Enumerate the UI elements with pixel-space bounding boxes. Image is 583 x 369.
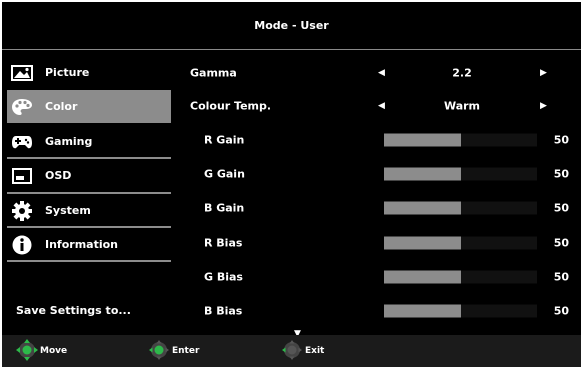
gamma-value: 2.2	[452, 66, 472, 80]
colour-temp-decrease-icon[interactable]: ◀	[378, 101, 385, 111]
g-bias-label: G Bias	[204, 270, 243, 284]
gamma-label: Gamma	[190, 66, 237, 80]
footer-exit-label: Exit	[305, 346, 325, 356]
sidebar-item-system[interactable]: System	[7, 194, 171, 227]
r-bias-slider[interactable]	[384, 236, 537, 250]
palette-icon	[7, 98, 37, 116]
dpad-move-icon	[16, 338, 38, 364]
sidebar-item-label: Picture	[45, 66, 90, 79]
r-bias-slider-fill	[384, 236, 461, 250]
r-bias-value: 50	[553, 236, 569, 250]
r-bias-row[interactable]: R Bias 50	[172, 226, 581, 260]
b-gain-slider[interactable]	[384, 201, 537, 215]
sidebar-item-color[interactable]: Color	[7, 90, 171, 123]
g-bias-value: 50	[553, 270, 569, 284]
colour-temp-row[interactable]: Colour Temp. ◀ Warm ▶	[172, 89, 581, 123]
footer-enter: Enter	[148, 335, 199, 367]
b-bias-row[interactable]: B Bias 50	[172, 294, 581, 328]
footer-enter-label: Enter	[172, 346, 200, 356]
sidebar-item-gaming[interactable]: Gaming	[7, 125, 171, 158]
colour-temp-label: Colour Temp.	[190, 99, 272, 113]
sidebar-divider	[7, 260, 171, 262]
footer-bar: Move Enter Exit	[2, 335, 581, 367]
g-bias-slider[interactable]	[384, 270, 537, 284]
osd-icon	[7, 167, 37, 184]
b-gain-label: B Gain	[204, 201, 245, 215]
dpad-exit-icon	[281, 339, 303, 364]
gamepad-icon	[7, 134, 37, 150]
sidebar-item-label: Gaming	[45, 135, 93, 148]
b-bias-slider-fill	[384, 304, 461, 318]
footer-move-label: Move	[40, 346, 68, 356]
info-icon	[7, 235, 37, 255]
r-gain-label: R Gain	[204, 133, 245, 147]
g-bias-row[interactable]: G Bias 50	[172, 260, 581, 294]
sidebar-item-label: System	[45, 204, 91, 217]
sidebar-item-information[interactable]: Information	[7, 228, 171, 261]
b-bias-value: 50	[553, 304, 569, 318]
sidebar-item-label: Color	[45, 100, 78, 113]
sidebar-item-picture[interactable]: Picture	[7, 56, 171, 89]
sidebar-item-osd[interactable]: OSD	[7, 159, 171, 192]
menu-title: Mode - User	[254, 19, 329, 32]
b-gain-value: 50	[553, 201, 569, 215]
picture-icon	[7, 64, 37, 81]
gamma-increase-icon[interactable]: ▶	[540, 68, 547, 78]
save-settings-button[interactable]: Save Settings to...	[16, 304, 131, 317]
dpad-enter-icon	[148, 339, 170, 364]
footer-exit: Exit	[281, 335, 324, 367]
b-bias-label: B Bias	[204, 304, 243, 318]
gear-icon	[7, 200, 37, 221]
g-gain-row[interactable]: G Gain 50	[172, 157, 581, 191]
b-gain-slider-fill	[384, 201, 461, 215]
r-gain-value: 50	[553, 133, 569, 147]
colour-temp-increase-icon[interactable]: ▶	[540, 101, 547, 111]
b-bias-slider[interactable]	[384, 304, 537, 318]
g-gain-value: 50	[553, 167, 569, 181]
sidebar-item-label: Information	[45, 238, 118, 251]
g-gain-label: G Gain	[204, 167, 245, 181]
r-gain-slider-fill	[384, 133, 461, 147]
r-gain-row[interactable]: R Gain 50	[172, 123, 581, 157]
g-gain-slider[interactable]	[384, 167, 537, 181]
sidebar: Picture Color Gaming OSD System Informat…	[7, 50, 171, 335]
osd-menu: Mode - User Picture Color Gaming OSD Sys…	[2, 2, 581, 367]
sidebar-item-label: OSD	[45, 169, 72, 182]
gamma-decrease-icon[interactable]: ◀	[378, 68, 385, 78]
g-gain-slider-fill	[384, 167, 461, 181]
footer-move: Move	[16, 335, 67, 367]
r-gain-slider[interactable]	[384, 133, 537, 147]
g-bias-slider-fill	[384, 270, 461, 284]
colour-temp-value: Warm	[443, 99, 481, 113]
b-gain-row[interactable]: B Gain 50	[172, 191, 581, 225]
gamma-row[interactable]: Gamma ◀ 2.2 ▶	[172, 56, 581, 90]
r-bias-label: R Bias	[204, 236, 243, 250]
